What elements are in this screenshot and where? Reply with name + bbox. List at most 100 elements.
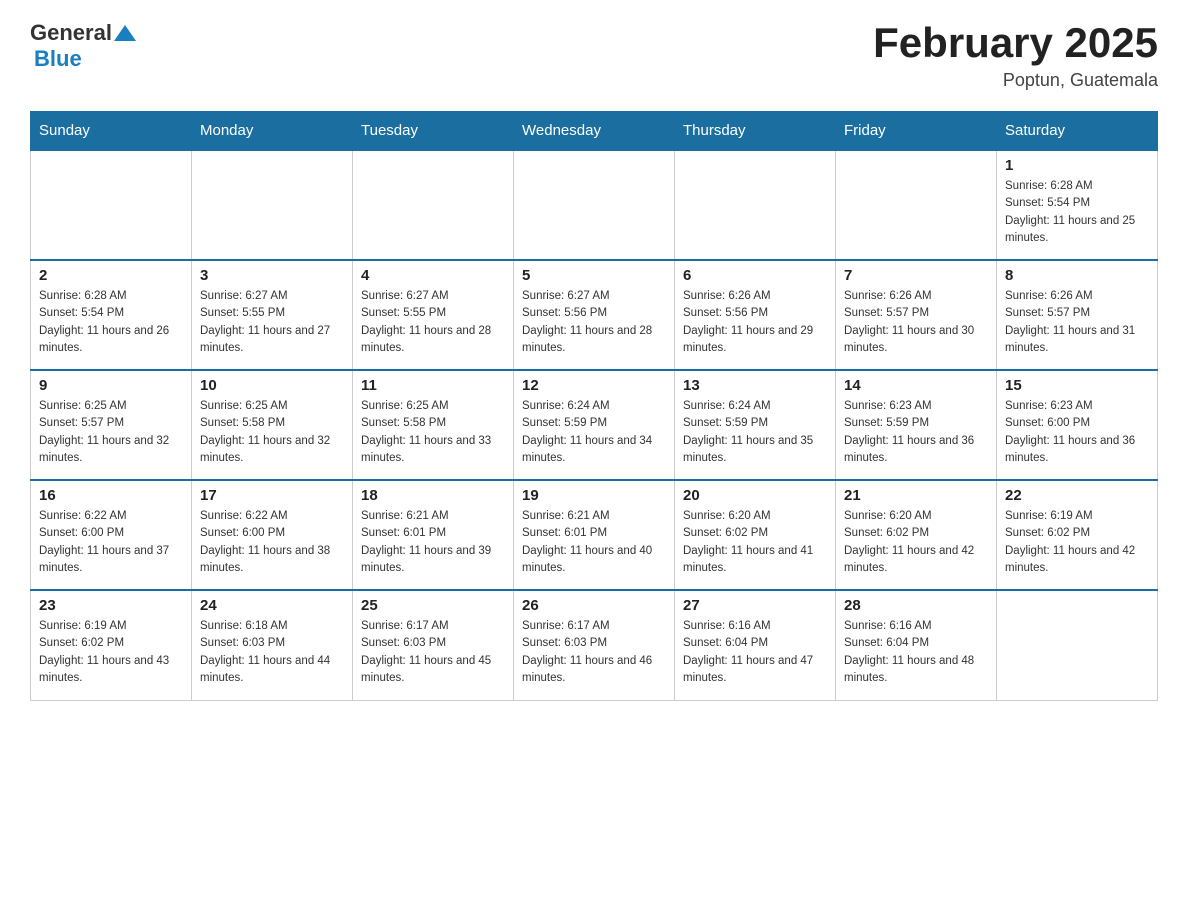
calendar-cell-w4-d2: 17 Sunrise: 6:22 AMSunset: 6:00 PMDaylig… bbox=[192, 480, 353, 590]
day-info: Sunrise: 6:18 AMSunset: 6:03 PMDaylight:… bbox=[200, 618, 344, 687]
day-info: Sunrise: 6:25 AMSunset: 5:58 PMDaylight:… bbox=[200, 398, 344, 467]
week-row-3: 9 Sunrise: 6:25 AMSunset: 5:57 PMDayligh… bbox=[31, 370, 1158, 480]
calendar-cell-w1-d4 bbox=[514, 150, 675, 260]
day-info: Sunrise: 6:23 AMSunset: 6:00 PMDaylight:… bbox=[1005, 398, 1149, 467]
day-info: Sunrise: 6:19 AMSunset: 6:02 PMDaylight:… bbox=[39, 618, 183, 687]
day-info: Sunrise: 6:25 AMSunset: 5:57 PMDaylight:… bbox=[39, 398, 183, 467]
day-info: Sunrise: 6:26 AMSunset: 5:56 PMDaylight:… bbox=[683, 288, 827, 357]
week-row-4: 16 Sunrise: 6:22 AMSunset: 6:00 PMDaylig… bbox=[31, 480, 1158, 590]
logo-triangle-icon bbox=[114, 25, 136, 41]
day-number: 27 bbox=[683, 597, 827, 614]
logo: General Blue bbox=[30, 20, 136, 72]
calendar-cell-w2-d1: 2 Sunrise: 6:28 AMSunset: 5:54 PMDayligh… bbox=[31, 260, 192, 370]
calendar-cell-w3-d1: 9 Sunrise: 6:25 AMSunset: 5:57 PMDayligh… bbox=[31, 370, 192, 480]
calendar-cell-w5-d5: 27 Sunrise: 6:16 AMSunset: 6:04 PMDaylig… bbox=[675, 590, 836, 700]
day-number: 3 bbox=[200, 267, 344, 284]
day-info: Sunrise: 6:24 AMSunset: 5:59 PMDaylight:… bbox=[522, 398, 666, 467]
day-number: 6 bbox=[683, 267, 827, 284]
col-sunday: Sunday bbox=[31, 112, 192, 151]
day-info: Sunrise: 6:19 AMSunset: 6:02 PMDaylight:… bbox=[1005, 508, 1149, 577]
day-number: 25 bbox=[361, 597, 505, 614]
calendar-cell-w1-d6 bbox=[836, 150, 997, 260]
day-info: Sunrise: 6:24 AMSunset: 5:59 PMDaylight:… bbox=[683, 398, 827, 467]
day-number: 21 bbox=[844, 487, 988, 504]
day-number: 19 bbox=[522, 487, 666, 504]
day-number: 7 bbox=[844, 267, 988, 284]
col-wednesday: Wednesday bbox=[514, 112, 675, 151]
day-info: Sunrise: 6:27 AMSunset: 5:55 PMDaylight:… bbox=[200, 288, 344, 357]
calendar-title: February 2025 bbox=[873, 20, 1158, 66]
calendar-cell-w4-d6: 21 Sunrise: 6:20 AMSunset: 6:02 PMDaylig… bbox=[836, 480, 997, 590]
calendar-cell-w4-d3: 18 Sunrise: 6:21 AMSunset: 6:01 PMDaylig… bbox=[353, 480, 514, 590]
col-saturday: Saturday bbox=[997, 112, 1158, 151]
calendar-cell-w2-d3: 4 Sunrise: 6:27 AMSunset: 5:55 PMDayligh… bbox=[353, 260, 514, 370]
calendar-cell-w3-d6: 14 Sunrise: 6:23 AMSunset: 5:59 PMDaylig… bbox=[836, 370, 997, 480]
calendar-header-row: Sunday Monday Tuesday Wednesday Thursday… bbox=[31, 112, 1158, 151]
calendar-cell-w4-d5: 20 Sunrise: 6:20 AMSunset: 6:02 PMDaylig… bbox=[675, 480, 836, 590]
week-row-2: 2 Sunrise: 6:28 AMSunset: 5:54 PMDayligh… bbox=[31, 260, 1158, 370]
logo-blue-text: Blue bbox=[34, 46, 82, 72]
day-info: Sunrise: 6:27 AMSunset: 5:56 PMDaylight:… bbox=[522, 288, 666, 357]
day-info: Sunrise: 6:22 AMSunset: 6:00 PMDaylight:… bbox=[200, 508, 344, 577]
calendar-cell-w1-d5 bbox=[675, 150, 836, 260]
calendar-cell-w5-d6: 28 Sunrise: 6:16 AMSunset: 6:04 PMDaylig… bbox=[836, 590, 997, 700]
day-number: 2 bbox=[39, 267, 183, 284]
day-info: Sunrise: 6:22 AMSunset: 6:00 PMDaylight:… bbox=[39, 508, 183, 577]
calendar-cell-w2-d2: 3 Sunrise: 6:27 AMSunset: 5:55 PMDayligh… bbox=[192, 260, 353, 370]
col-thursday: Thursday bbox=[675, 112, 836, 151]
day-info: Sunrise: 6:20 AMSunset: 6:02 PMDaylight:… bbox=[683, 508, 827, 577]
day-number: 8 bbox=[1005, 267, 1149, 284]
day-info: Sunrise: 6:28 AMSunset: 5:54 PMDaylight:… bbox=[1005, 178, 1149, 247]
day-number: 15 bbox=[1005, 377, 1149, 394]
week-row-1: 1 Sunrise: 6:28 AMSunset: 5:54 PMDayligh… bbox=[31, 150, 1158, 260]
day-number: 4 bbox=[361, 267, 505, 284]
day-info: Sunrise: 6:16 AMSunset: 6:04 PMDaylight:… bbox=[844, 618, 988, 687]
calendar-cell-w1-d1 bbox=[31, 150, 192, 260]
day-number: 18 bbox=[361, 487, 505, 504]
day-number: 14 bbox=[844, 377, 988, 394]
title-section: February 2025 Poptun, Guatemala bbox=[873, 20, 1158, 91]
calendar-cell-w2-d6: 7 Sunrise: 6:26 AMSunset: 5:57 PMDayligh… bbox=[836, 260, 997, 370]
day-number: 23 bbox=[39, 597, 183, 614]
day-info: Sunrise: 6:23 AMSunset: 5:59 PMDaylight:… bbox=[844, 398, 988, 467]
day-info: Sunrise: 6:20 AMSunset: 6:02 PMDaylight:… bbox=[844, 508, 988, 577]
calendar-cell-w5-d1: 23 Sunrise: 6:19 AMSunset: 6:02 PMDaylig… bbox=[31, 590, 192, 700]
day-info: Sunrise: 6:26 AMSunset: 5:57 PMDaylight:… bbox=[1005, 288, 1149, 357]
day-info: Sunrise: 6:16 AMSunset: 6:04 PMDaylight:… bbox=[683, 618, 827, 687]
calendar-cell-w2-d4: 5 Sunrise: 6:27 AMSunset: 5:56 PMDayligh… bbox=[514, 260, 675, 370]
day-number: 10 bbox=[200, 377, 344, 394]
day-info: Sunrise: 6:21 AMSunset: 6:01 PMDaylight:… bbox=[522, 508, 666, 577]
calendar-cell-w1-d2 bbox=[192, 150, 353, 260]
day-number: 11 bbox=[361, 377, 505, 394]
calendar-cell-w2-d7: 8 Sunrise: 6:26 AMSunset: 5:57 PMDayligh… bbox=[997, 260, 1158, 370]
calendar-cell-w3-d7: 15 Sunrise: 6:23 AMSunset: 6:00 PMDaylig… bbox=[997, 370, 1158, 480]
day-number: 22 bbox=[1005, 487, 1149, 504]
day-info: Sunrise: 6:28 AMSunset: 5:54 PMDaylight:… bbox=[39, 288, 183, 357]
day-number: 5 bbox=[522, 267, 666, 284]
day-number: 1 bbox=[1005, 157, 1149, 174]
calendar-cell-w5-d2: 24 Sunrise: 6:18 AMSunset: 6:03 PMDaylig… bbox=[192, 590, 353, 700]
day-number: 26 bbox=[522, 597, 666, 614]
day-info: Sunrise: 6:26 AMSunset: 5:57 PMDaylight:… bbox=[844, 288, 988, 357]
col-monday: Monday bbox=[192, 112, 353, 151]
calendar-cell-w5-d4: 26 Sunrise: 6:17 AMSunset: 6:03 PMDaylig… bbox=[514, 590, 675, 700]
day-info: Sunrise: 6:27 AMSunset: 5:55 PMDaylight:… bbox=[361, 288, 505, 357]
calendar-cell-w2-d5: 6 Sunrise: 6:26 AMSunset: 5:56 PMDayligh… bbox=[675, 260, 836, 370]
calendar-cell-w3-d2: 10 Sunrise: 6:25 AMSunset: 5:58 PMDaylig… bbox=[192, 370, 353, 480]
day-info: Sunrise: 6:17 AMSunset: 6:03 PMDaylight:… bbox=[361, 618, 505, 687]
calendar-cell-w3-d5: 13 Sunrise: 6:24 AMSunset: 5:59 PMDaylig… bbox=[675, 370, 836, 480]
day-number: 20 bbox=[683, 487, 827, 504]
calendar-cell-w5-d7 bbox=[997, 590, 1158, 700]
calendar-cell-w5-d3: 25 Sunrise: 6:17 AMSunset: 6:03 PMDaylig… bbox=[353, 590, 514, 700]
day-number: 17 bbox=[200, 487, 344, 504]
calendar-cell-w1-d7: 1 Sunrise: 6:28 AMSunset: 5:54 PMDayligh… bbox=[997, 150, 1158, 260]
calendar-cell-w4-d4: 19 Sunrise: 6:21 AMSunset: 6:01 PMDaylig… bbox=[514, 480, 675, 590]
day-info: Sunrise: 6:17 AMSunset: 6:03 PMDaylight:… bbox=[522, 618, 666, 687]
page-header: General Blue February 2025 Poptun, Guate… bbox=[30, 20, 1158, 91]
calendar-cell-w4-d7: 22 Sunrise: 6:19 AMSunset: 6:02 PMDaylig… bbox=[997, 480, 1158, 590]
day-number: 12 bbox=[522, 377, 666, 394]
day-number: 16 bbox=[39, 487, 183, 504]
calendar-cell-w1-d3 bbox=[353, 150, 514, 260]
calendar-cell-w4-d1: 16 Sunrise: 6:22 AMSunset: 6:00 PMDaylig… bbox=[31, 480, 192, 590]
calendar-table: Sunday Monday Tuesday Wednesday Thursday… bbox=[30, 111, 1158, 701]
